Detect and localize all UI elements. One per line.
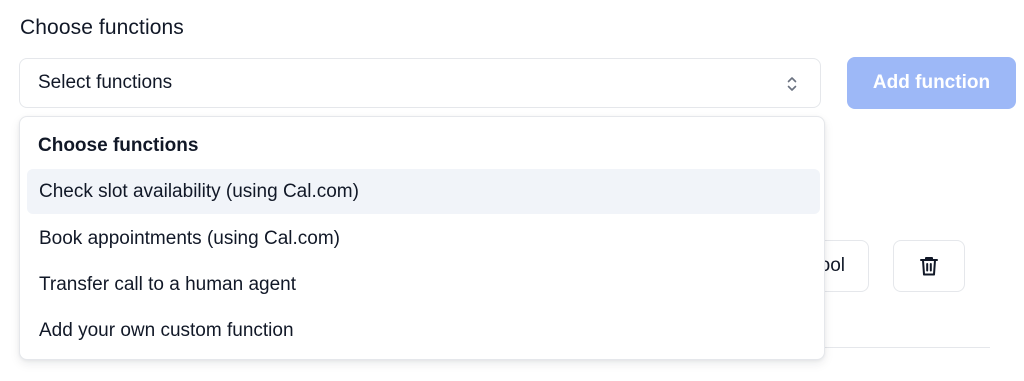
function-dropdown-menu: Choose functions Check slot availability…	[19, 116, 825, 360]
option-transfer-call[interactable]: Transfer call to a human agent	[27, 262, 820, 307]
delete-button[interactable]	[893, 240, 965, 292]
chevron-up-down-icon	[787, 77, 797, 91]
option-book-appointments[interactable]: Book appointments (using Cal.com)	[27, 216, 820, 261]
divider	[820, 347, 990, 348]
functions-panel: Choose functions Select functions Add fu…	[0, 0, 1024, 381]
option-check-slot-availability[interactable]: Check slot availability (using Cal.com)	[27, 169, 820, 214]
trash-icon	[920, 257, 938, 276]
select-value: Select functions	[38, 72, 173, 93]
dropdown-header: Choose functions	[38, 135, 199, 156]
function-select[interactable]: Select functions	[19, 58, 821, 108]
option-custom-function[interactable]: Add your own custom function	[27, 308, 820, 353]
section-title: Choose functions	[20, 16, 184, 39]
add-function-button[interactable]: Add function	[847, 57, 1016, 109]
